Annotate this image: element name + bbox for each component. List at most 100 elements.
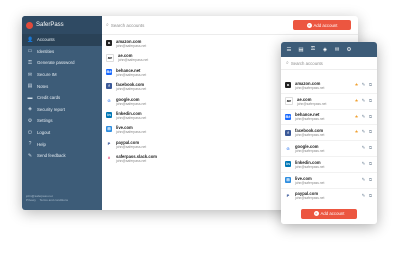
sidebar-item-label: Accounts (37, 37, 55, 43)
search-icon: ⌕ (106, 22, 109, 28)
list-item[interactable]: ⊞ live.com john@saferpass.net ✎ ⧉ (281, 173, 377, 189)
top-bar: ⌕ Search accounts + Add account (102, 16, 358, 35)
id-card-icon: ▭ (27, 48, 33, 55)
account-user: john@saferpass.net (295, 149, 325, 154)
chat-icon[interactable]: ✉ (333, 47, 341, 53)
sidebar-item-generate-password[interactable]: ⚿ Generate password (22, 57, 102, 69)
list-item[interactable]: ⊞ live.com john@saferpass.net (106, 125, 157, 139)
sidebar-item-secure-im[interactable]: ✉ Secure IM (22, 69, 102, 81)
sidebar-item-label: Help (37, 141, 46, 147)
list-icon[interactable]: ▤ (297, 47, 305, 53)
sidebar-item-label: Secure IM (37, 72, 57, 78)
list-item[interactable]: G google.com john@saferpass.net (106, 97, 157, 111)
star-icon[interactable]: ★ (354, 129, 359, 135)
list-item[interactable]: a amazon.com john@saferpass.net (106, 39, 157, 53)
settings-icon[interactable]: ⚙ (345, 47, 353, 53)
account-user: john@saferpass.net (116, 130, 147, 135)
account-user: john@saferpass.net (297, 101, 327, 106)
search-placeholder: Search accounts (110, 22, 145, 28)
amazon-favicon-icon: a (285, 82, 291, 89)
row-actions: ★ ✎ ⧉ (354, 129, 373, 135)
edit-icon[interactable]: ✎ (361, 98, 366, 104)
sidebar-item-label: Logout (37, 130, 51, 136)
copy-icon[interactable]: ⧉ (368, 114, 373, 120)
add-account-button[interactable]: + Add account (293, 20, 351, 30)
menu-icon[interactable]: ☰ (285, 47, 293, 53)
star-icon[interactable]: ★ (354, 114, 359, 120)
live-favicon-icon: ⊞ (106, 126, 112, 133)
sidebar-footer: john@saferpass.net Privacy Terms and con… (26, 194, 71, 202)
feedback-icon: ✎ (27, 152, 33, 159)
row-actions: ✎ ⧉ (361, 145, 373, 151)
account-user: john@saferpass.net (295, 117, 325, 122)
copy-icon[interactable]: ⧉ (368, 161, 373, 167)
copy-icon[interactable]: ⧉ (368, 82, 373, 88)
sidebar-item-accounts[interactable]: 👤 Accounts (22, 34, 102, 46)
sidebar-item-help[interactable]: ? Help (22, 138, 102, 150)
sidebar-nav: 👤 Accounts ▭ Identities ⚿ Generate passw… (22, 34, 102, 162)
note-icon: ▤ (27, 83, 33, 90)
sidebar-item-label: Credit cards (37, 95, 61, 101)
account-user: john@saferpass.net (295, 180, 325, 185)
key-icon: ⚿ (28, 59, 32, 66)
row-actions: ★ ✎ ⧉ (354, 114, 373, 120)
sidebar-item-security-report[interactable]: ◈ Security report (22, 104, 102, 116)
sidebar-header: SaferPass (22, 16, 102, 34)
card-icon: ▬ (27, 94, 33, 101)
copy-icon[interactable]: ⧉ (368, 177, 373, 183)
sidebar-item-label: Send feedback (37, 153, 66, 159)
sidebar-item-label: Identities (37, 48, 55, 54)
terms-link[interactable]: Terms and conditions (40, 198, 68, 202)
account-user: john@saferpass.net (295, 85, 325, 90)
list-item[interactable]: in linkedin.com john@saferpass.net (106, 111, 157, 125)
sidebar-item-identities[interactable]: ▭ Identities (22, 46, 102, 58)
list-item[interactable]: ae ae.com john@saferpass.net ★ ✎ ⧉ (281, 94, 377, 110)
edit-icon[interactable]: ✎ (361, 129, 366, 135)
edit-icon[interactable]: ✎ (361, 145, 366, 151)
shield-icon: ◈ (28, 106, 32, 113)
row-actions: ★ ✎ ⧉ (354, 98, 373, 104)
list-item[interactable]: a amazon.com john@saferpass.net ★ ✎ ⧉ (281, 78, 377, 94)
plus-icon: + (306, 22, 312, 28)
copy-icon[interactable]: ⧉ (368, 145, 373, 151)
search-input[interactable]: ⌕ Search accounts (106, 22, 144, 28)
google-favicon-icon: G (285, 145, 291, 152)
key-icon[interactable]: ⚿ (309, 46, 317, 53)
list-item[interactable]: f facebook.com john@saferpass.net ★ ✎ ⧉ (281, 125, 377, 142)
sidebar-item-notes[interactable]: ▤ Notes (22, 80, 102, 92)
star-icon[interactable]: ★ (354, 82, 359, 88)
list-item[interactable]: # saferpass.slack.com john@saferpass.net (106, 154, 157, 168)
edit-icon[interactable]: ✎ (361, 161, 366, 167)
sidebar-item-settings[interactable]: ⚙ Settings (22, 115, 102, 127)
edit-icon[interactable]: ✎ (361, 114, 366, 120)
linkedin-favicon-icon: in (285, 161, 291, 168)
copy-icon[interactable]: ⧉ (368, 193, 373, 199)
list-item[interactable]: P paypal.com john@saferpass.net (106, 140, 157, 154)
popup-search-input[interactable]: ⌕ Search accounts (281, 57, 377, 70)
shield-icon[interactable]: ◈ (321, 47, 329, 53)
behance-favicon-icon: Bē (285, 113, 291, 120)
list-item[interactable]: in linkedin.com john@saferpass.net ✎ ⧉ (281, 157, 377, 173)
sidebar-item-label: Notes (37, 83, 49, 89)
edit-icon[interactable]: ✎ (361, 177, 366, 183)
list-item[interactable]: G google.com john@saferpass.net ✎ ⧉ (281, 141, 377, 157)
list-item[interactable]: P paypal.com john@saferpass.net ✎ ⧉ (281, 189, 377, 205)
sidebar-item-send-feedback[interactable]: ✎ Send feedback (22, 150, 102, 162)
list-item[interactable]: f facebook.com john@saferpass.net (106, 82, 157, 96)
account-user: john@saferpass.net (295, 164, 325, 169)
search-icon: ⌕ (286, 60, 289, 66)
account-list: a amazon.com john@saferpass.net ae ae.co… (106, 39, 157, 169)
copy-icon[interactable]: ⧉ (368, 129, 373, 135)
edit-icon[interactable]: ✎ (361, 82, 366, 88)
popup-add-account-button[interactable]: + Add account (301, 208, 357, 219)
sidebar-item-logout[interactable]: ⏻ Logout (22, 127, 102, 139)
list-item[interactable]: ae ae.com john@saferpass.net (106, 53, 157, 67)
sidebar-item-credit-cards[interactable]: ▬ Credit cards (22, 92, 102, 104)
privacy-link[interactable]: Privacy (26, 198, 36, 202)
copy-icon[interactable]: ⧉ (368, 98, 373, 104)
star-icon[interactable]: ★ (354, 98, 359, 104)
list-item[interactable]: Bē behance.net john@saferpass.net ★ ✎ ⧉ (281, 110, 377, 126)
list-item[interactable]: Bē behance.net john@saferpass.net (106, 68, 157, 82)
google-favicon-icon: G (106, 97, 112, 104)
edit-icon[interactable]: ✎ (361, 193, 366, 199)
